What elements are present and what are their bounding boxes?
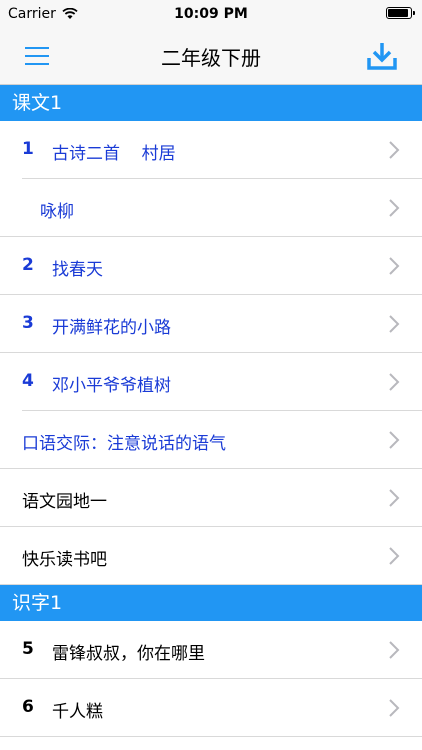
lesson-number: 1 (22, 139, 34, 159)
lesson-title: 雷锋叔叔，你在哪里 (52, 644, 205, 664)
lesson-title: 邓小平爷爷植树 (52, 376, 171, 396)
lesson-list: 课文1 1 古诗二首 村居咏柳 2 找春天 3 开满鲜花的小路 4 邓小平爷爷植树口语交际：注意… (0, 85, 422, 737)
status-right (386, 7, 415, 19)
lesson-title: 开满鲜花的小路 (52, 318, 171, 338)
lesson-number: 6 (22, 697, 34, 717)
list-item[interactable]: 口语交际：注意说话的语气 (0, 411, 422, 469)
lesson-title: 找春天 (52, 260, 103, 280)
chevron-right-icon (389, 257, 400, 275)
status-time: 10:09 PM (174, 6, 248, 22)
lesson-title: 快乐读书吧 (22, 550, 107, 570)
nav-bar: 二年级下册 (0, 28, 422, 85)
download-icon[interactable] (364, 40, 400, 72)
lesson-number: 3 (22, 313, 34, 333)
list-item[interactable]: 语文园地一 (0, 469, 422, 527)
list-item[interactable]: 5 雷锋叔叔，你在哪里 (0, 621, 422, 679)
list-item[interactable]: 3 开满鲜花的小路 (0, 295, 422, 353)
chevron-right-icon (389, 547, 400, 565)
section-header: 课文1 (0, 85, 422, 121)
lesson-number: 5 (22, 639, 34, 659)
lesson-title: 古诗二首 村居 (52, 144, 176, 164)
status-bar: Carrier 10:09 PM (0, 0, 422, 28)
lesson-title: 咏柳 (40, 202, 74, 222)
chevron-right-icon (389, 199, 400, 217)
list-item[interactable]: 2 找春天 (0, 237, 422, 295)
lesson-number: 2 (22, 255, 34, 275)
chevron-right-icon (389, 373, 400, 391)
section-header: 识字1 (0, 585, 422, 621)
chevron-right-icon (389, 431, 400, 449)
page-title: 二年级下册 (161, 46, 261, 70)
chevron-right-icon (389, 489, 400, 507)
lesson-title: 千人糕 (52, 702, 103, 722)
list-item[interactable]: 咏柳 (0, 179, 422, 237)
chevron-right-icon (389, 641, 400, 659)
battery-icon (386, 7, 415, 19)
chevron-right-icon (389, 141, 400, 159)
chevron-right-icon (389, 315, 400, 333)
chevron-right-icon (389, 699, 400, 717)
battery-fill (388, 9, 408, 17)
lesson-number: 4 (22, 371, 34, 391)
lesson-title: 语文园地一 (22, 492, 107, 512)
list-item[interactable]: 快乐读书吧 (0, 527, 422, 585)
list-item[interactable]: 6 千人糕 (0, 679, 422, 737)
lesson-title: 口语交际：注意说话的语气 (22, 434, 226, 454)
list-item[interactable]: 4 邓小平爷爷植树 (0, 353, 422, 411)
list-item[interactable]: 1 古诗二首 村居 (0, 121, 422, 179)
